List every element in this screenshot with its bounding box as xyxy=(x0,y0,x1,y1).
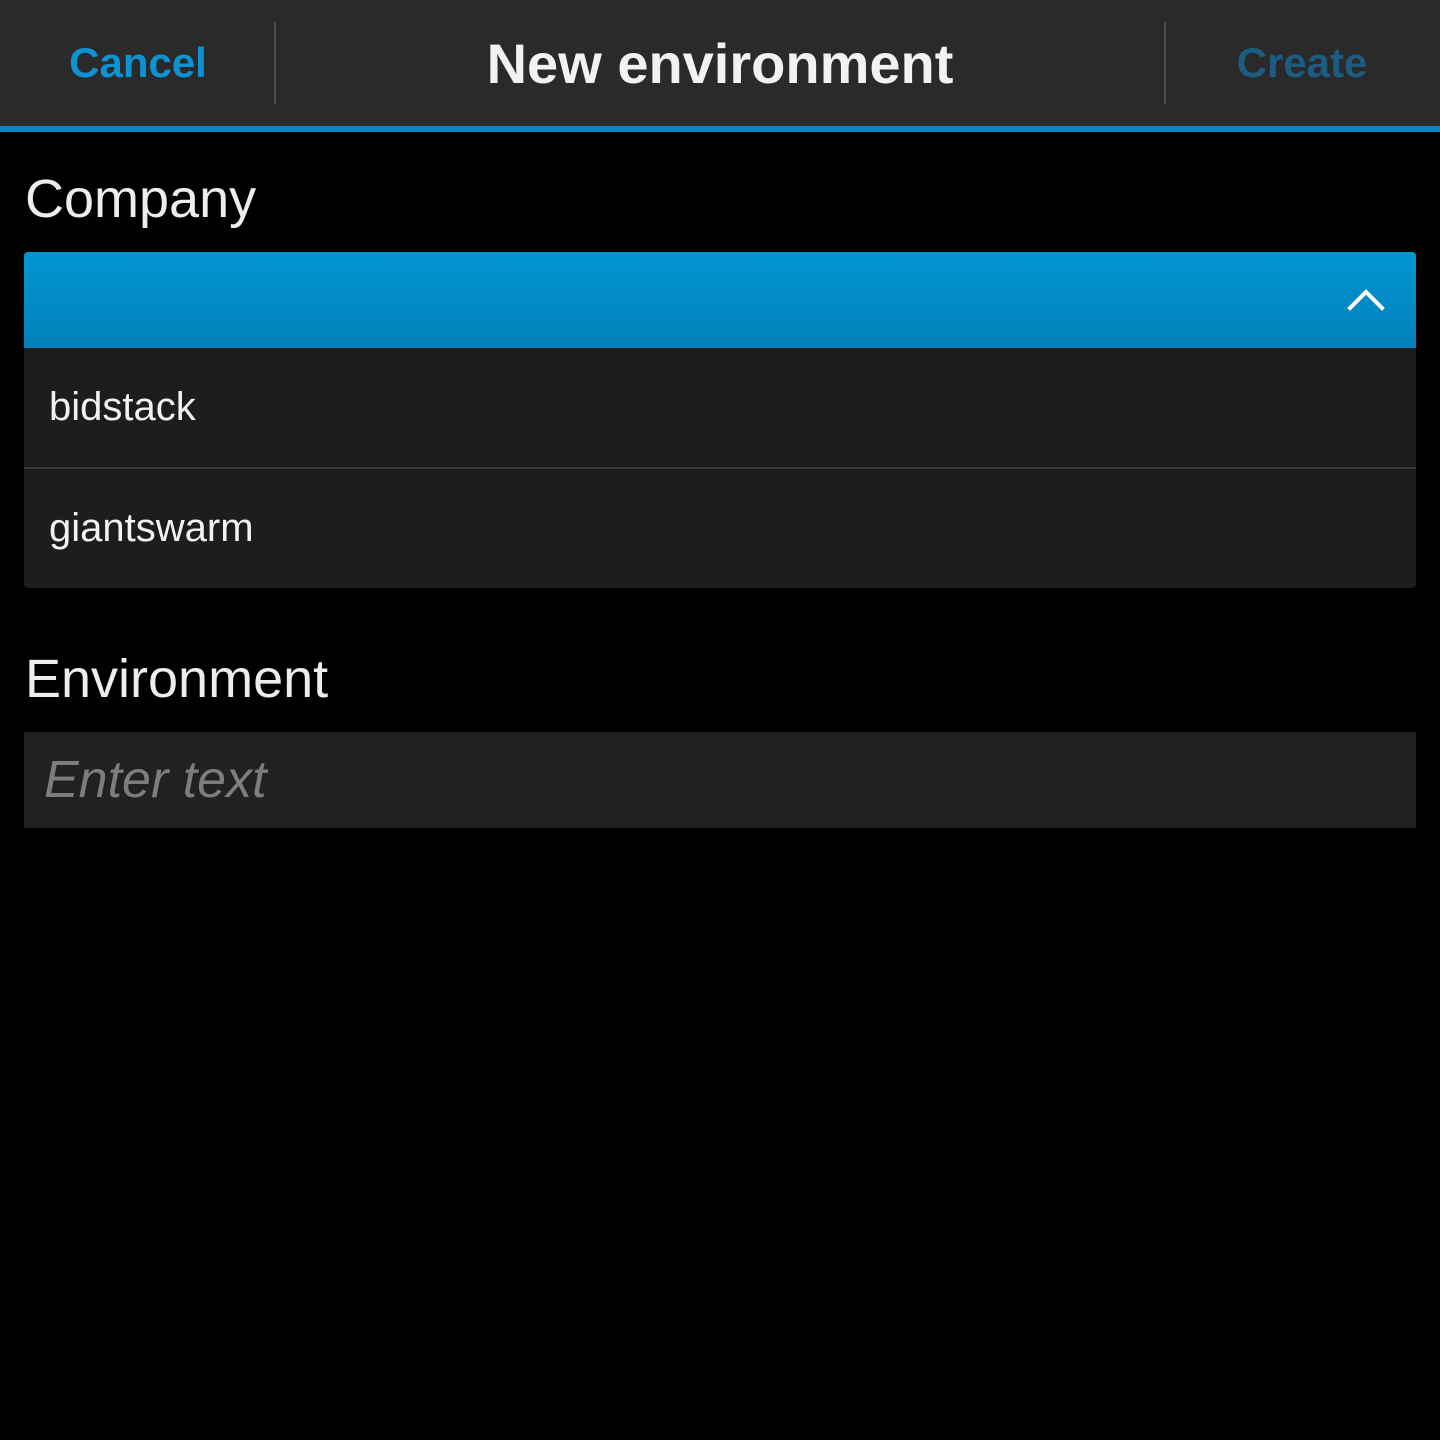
create-button[interactable]: Create xyxy=(1164,0,1440,126)
chevron-up-icon xyxy=(1347,289,1385,311)
company-dropdown[interactable] xyxy=(24,252,1416,348)
title-bar: Cancel New environment Create xyxy=(0,0,1440,132)
company-dropdown-list: bidstack giantswarm xyxy=(24,348,1416,588)
cancel-button[interactable]: Cancel xyxy=(0,0,276,126)
dropdown-option-bidstack[interactable]: bidstack xyxy=(24,348,1416,469)
dropdown-option-giantswarm[interactable]: giantswarm xyxy=(24,469,1416,588)
page-title: New environment xyxy=(486,31,954,95)
company-label: Company xyxy=(25,169,257,229)
environment-label: Environment xyxy=(25,649,329,709)
environment-input[interactable] xyxy=(24,732,1416,828)
